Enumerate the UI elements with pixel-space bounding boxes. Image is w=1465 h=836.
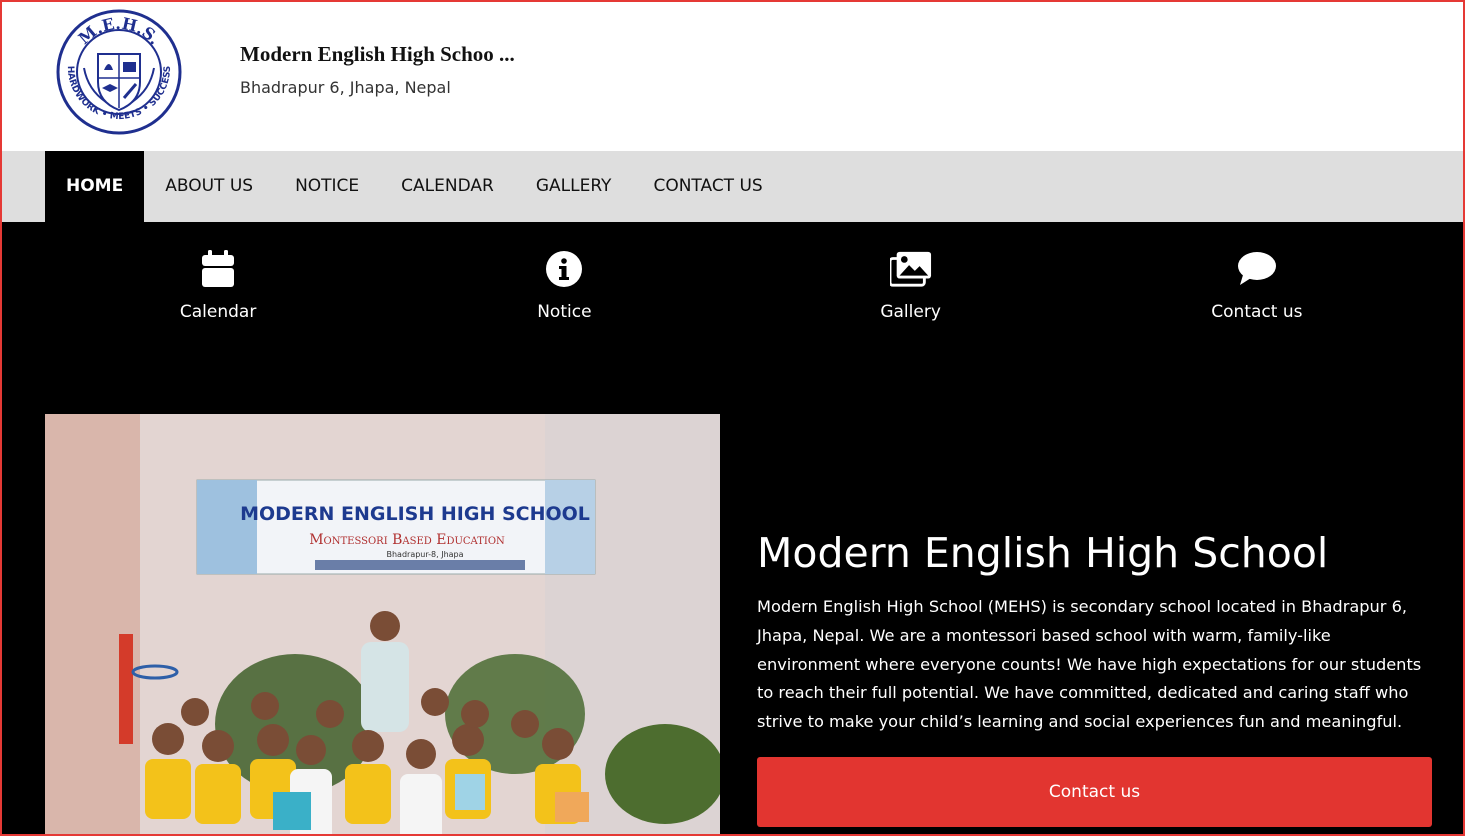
info-icon	[543, 248, 585, 290]
quick-link-contact-us[interactable]: Contact us	[1084, 248, 1430, 328]
quick-link-notice[interactable]: Notice	[391, 248, 737, 328]
school-logo[interactable]: M.E.H.S. HARDWORK • MEETS • SUCCESS	[54, 8, 184, 136]
nav-item-notice[interactable]: NOTICE	[274, 151, 380, 222]
intro-body: Modern English High School (MEHS) is sec…	[757, 597, 1422, 732]
intro-section: Modern English High School Modern Englis…	[757, 527, 1435, 737]
sign-title: MODERN ENGLISH HIGH SCHOOL	[240, 503, 590, 525]
sign-subtitle: Montessori Based Education	[309, 532, 505, 548]
images-icon	[889, 248, 932, 290]
site-address: Bhadrapur 6, Jhapa, Nepal	[240, 78, 451, 97]
quick-link-label: Calendar	[179, 302, 257, 322]
nav-list: HOME ABOUT US NOTICE CALENDAR GALLERY CO…	[45, 151, 784, 222]
quick-link-label: Gallery	[880, 302, 941, 322]
quick-links: Calendar Notice Gallery Contact us	[45, 248, 1430, 328]
quick-link-gallery[interactable]: Gallery	[738, 248, 1084, 328]
nav-item-contact-us[interactable]: CONTACT US	[632, 151, 783, 222]
main-nav: HOME ABOUT US NOTICE CALENDAR GALLERY CO…	[2, 151, 1463, 222]
main-section: Calendar Notice Gallery Contact us MODER…	[2, 222, 1463, 834]
quick-link-calendar[interactable]: Calendar	[45, 248, 391, 328]
sign-location: Bhadrapur-8, Jhapa	[386, 550, 463, 559]
nav-item-home[interactable]: HOME	[45, 151, 145, 222]
quick-link-label: Notice	[537, 302, 592, 322]
nav-item-gallery[interactable]: GALLERY	[515, 151, 633, 222]
browser-frame: M.E.H.S. HARDWORK • MEETS • SUCCESS Mode…	[0, 0, 1465, 836]
intro-title: Modern English High School	[757, 529, 1329, 577]
contact-us-button[interactable]: Contact us	[757, 757, 1432, 827]
site-name[interactable]: Modern English High Schoo ...	[240, 42, 515, 67]
chat-bubble-icon	[1236, 248, 1278, 290]
quick-link-label: Contact us	[1211, 302, 1303, 322]
calendar-icon	[197, 248, 239, 290]
site-header: M.E.H.S. HARDWORK • MEETS • SUCCESS Mode…	[2, 2, 1463, 151]
nav-item-calendar[interactable]: CALENDAR	[380, 151, 515, 222]
nav-item-about-us[interactable]: ABOUT US	[144, 151, 274, 222]
school-photo: MODERN ENGLISH HIGH SCHOOL Montessori Ba…	[45, 414, 720, 834]
